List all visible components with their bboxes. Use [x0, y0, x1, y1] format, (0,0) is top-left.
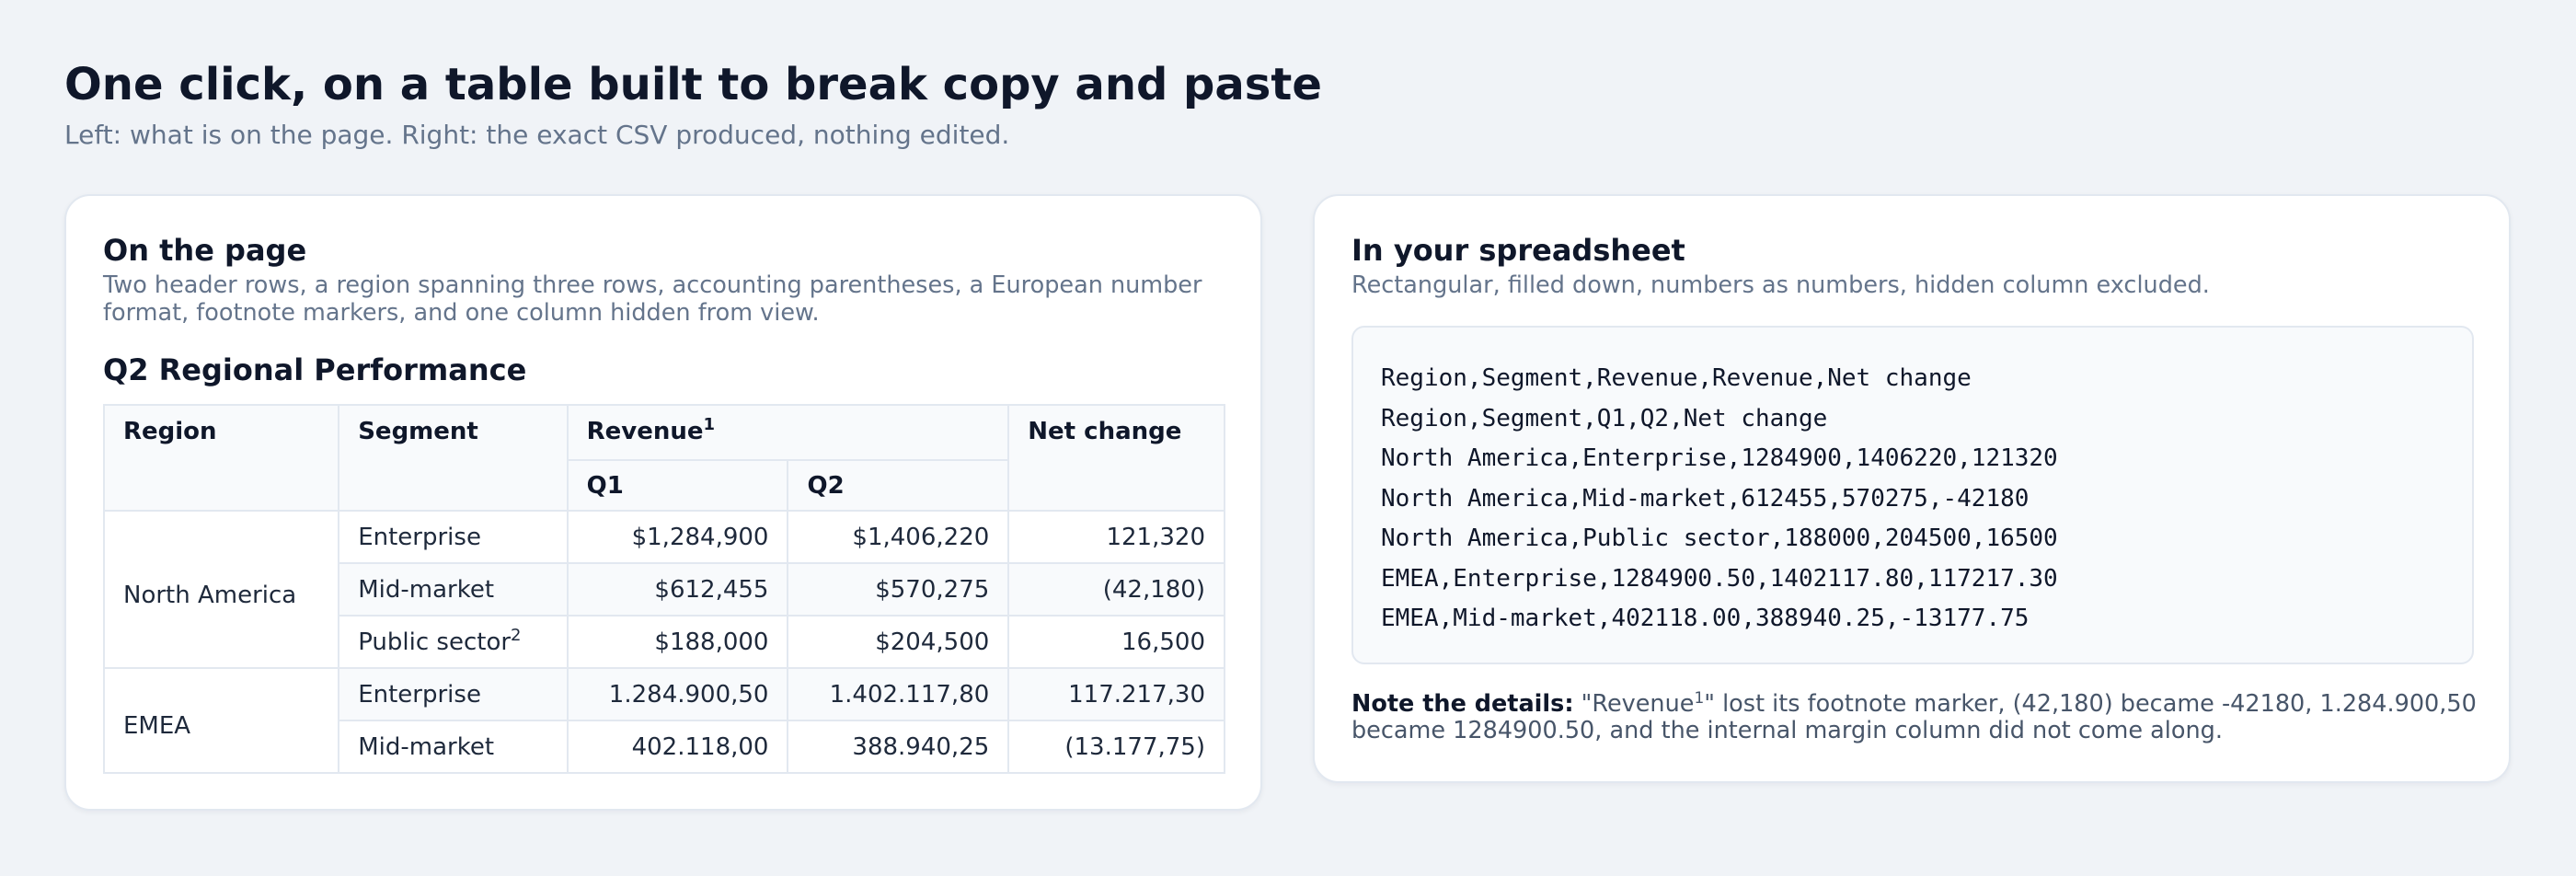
details-note: Note the details: "Revenue1" lost its fo…	[1351, 691, 2483, 744]
header-segment: Segment	[338, 404, 569, 512]
csv-line: Region,Segment,Revenue,Revenue,Net chang…	[1381, 364, 1972, 392]
header-q1: Q1	[566, 459, 789, 512]
page-subtitle: Left: what is on the page. Right: the ex…	[64, 120, 1010, 150]
csv-output-block[interactable]: Region,Segment,Revenue,Revenue,Net chang…	[1351, 326, 2474, 664]
table-title: Q2 Regional Performance	[103, 352, 527, 387]
page: One click, on a table built to break cop…	[0, 0, 2576, 876]
cell-net-change: (42,180)	[1007, 562, 1225, 617]
cell-net-change: 121,320	[1007, 510, 1225, 564]
cell-q2: $570,275	[787, 562, 1010, 617]
cell-segment: Mid-market	[338, 720, 569, 774]
cell-q1: 1.284.900,50	[566, 667, 789, 721]
cell-segment: Public sector2	[338, 615, 569, 669]
cell-region: North America	[102, 510, 340, 669]
cell-q1: $1,284,900	[566, 510, 789, 564]
header-region: Region	[102, 404, 340, 512]
header-net-change: Net change	[1007, 404, 1225, 512]
table-row: North America Enterprise $1,284,900 $1,4…	[102, 510, 1225, 669]
note-label: Note the details:	[1351, 690, 1574, 718]
footnote-marker: 1	[1694, 689, 1705, 708]
cell-q2: 1.402.117,80	[787, 667, 1010, 721]
csv-line: Region,Segment,Q1,Q2,Net change	[1381, 404, 1828, 432]
cell-q2: 388.940,25	[787, 720, 1010, 774]
cell-q2: $204,500	[787, 615, 1010, 669]
cell-segment: Enterprise	[338, 510, 569, 564]
cell-q2: $1,406,220	[787, 510, 1010, 564]
card-title: In your spreadsheet	[1351, 233, 1685, 268]
csv-line: EMEA,Mid-market,402118.00,388940.25,-131…	[1381, 605, 2030, 632]
cell-q1: $188,000	[566, 615, 789, 669]
note-text-before: "Revenue	[1573, 690, 1695, 718]
footnote-marker: 1	[703, 415, 716, 434]
csv-line: North America,Public sector,188000,20450…	[1381, 524, 2058, 552]
cell-segment: Enterprise	[338, 667, 569, 721]
csv-line: North America,Mid-market,612455,570275,-…	[1381, 484, 2030, 513]
on-the-page-card: On the page Two header rows, a region sp…	[64, 194, 1262, 811]
regional-performance-table[interactable]: Region Segment Revenue1 Net change Q1 Q2…	[102, 404, 1225, 774]
header-revenue: Revenue1	[566, 404, 1010, 461]
header-q2: Q2	[787, 459, 1010, 512]
cell-net-change: (13.177,75)	[1007, 720, 1225, 774]
cell-q1: 402.118,00	[566, 720, 789, 774]
spreadsheet-card: In your spreadsheet Rectangular, filled …	[1313, 194, 2511, 783]
csv-line: North America,Enterprise,1284900,1406220…	[1381, 444, 2058, 472]
page-title: One click, on a table built to break cop…	[64, 59, 1322, 110]
footnote-marker: 2	[511, 625, 522, 645]
cell-net-change: 117.217,30	[1007, 667, 1225, 721]
header-revenue-label: Revenue	[586, 418, 704, 445]
card-description: Rectangular, filled down, numbers as num…	[1351, 271, 2210, 299]
cell-region: EMEA	[102, 667, 340, 774]
card-title: On the page	[103, 233, 307, 268]
cell-net-change: 16,500	[1007, 615, 1225, 669]
csv-line: EMEA,Enterprise,1284900.50,1402117.80,11…	[1381, 564, 2058, 593]
cell-q1: $612,455	[566, 562, 789, 617]
cell-segment-label: Public sector	[358, 628, 512, 656]
cell-segment: Mid-market	[338, 562, 569, 617]
table-row: EMEA Enterprise 1.284.900,50 1.402.117,8…	[102, 667, 1225, 774]
card-description: Two header rows, a region spanning three…	[103, 271, 1202, 327]
